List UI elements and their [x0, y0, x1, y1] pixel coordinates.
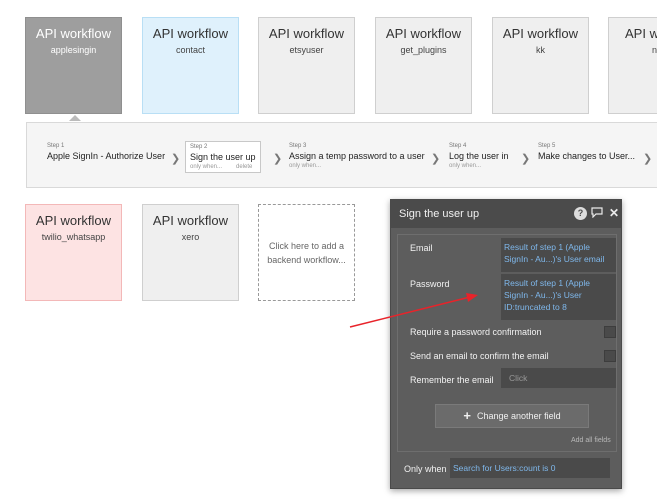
annotation-arrow: [349, 293, 478, 328]
workflow-editor-canvas: API workflow applesingin API workflow co…: [0, 0, 657, 500]
